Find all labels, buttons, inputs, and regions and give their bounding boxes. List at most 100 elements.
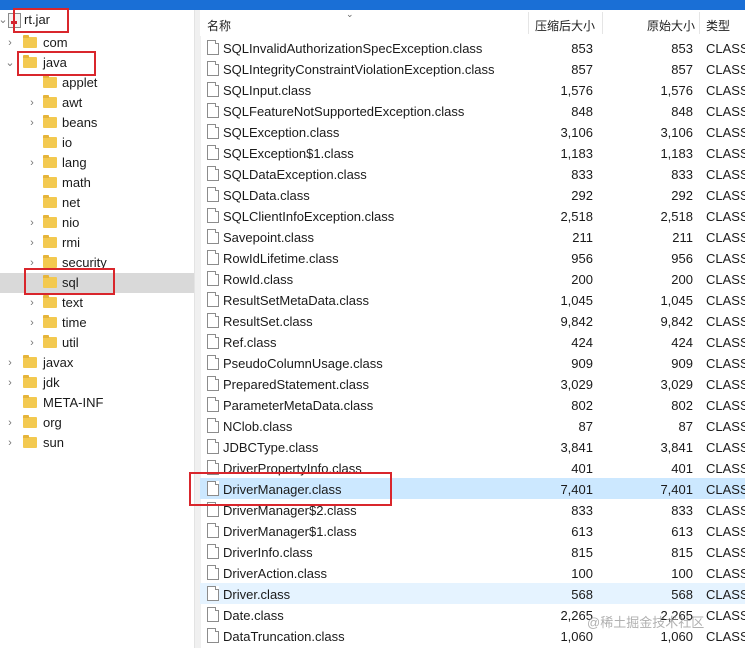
chevron-right-icon[interactable]: › (27, 256, 37, 270)
tree-item-com[interactable]: › com (0, 33, 194, 53)
tree-item-javax[interactable]: › javax (0, 353, 194, 373)
chevron-right-icon[interactable]: › (27, 236, 37, 250)
tree-item-io[interactable]: io (0, 133, 194, 153)
tree-item-sql[interactable]: sql (0, 273, 194, 293)
file-row[interactable]: SQLInput.class 1,576 1,576 CLASS (200, 79, 745, 100)
chevron-right-icon[interactable]: › (5, 376, 15, 390)
file-type: CLASS (706, 440, 745, 455)
file-row[interactable]: PreparedStatement.class 3,029 3,029 CLASS (200, 373, 745, 394)
tree-item-security[interactable]: › security (0, 253, 194, 273)
column-header-type[interactable]: 类型 (706, 17, 730, 34)
tree-item-net[interactable]: net (0, 193, 194, 213)
file-row[interactable]: SQLDataException.class 833 833 CLASS (200, 163, 745, 184)
compressed-size: 200 (571, 272, 593, 287)
chevron-right-icon[interactable]: › (5, 36, 15, 50)
chevron-right-icon[interactable]: › (27, 316, 37, 330)
tree-item-applet[interactable]: applet (0, 73, 194, 93)
compressed-size: 857 (571, 62, 593, 77)
chevron-right-icon[interactable]: › (5, 436, 15, 450)
file-row[interactable]: SQLException$1.class 1,183 1,183 CLASS (200, 142, 745, 163)
file-row[interactable]: PseudoColumnUsage.class 909 909 CLASS (200, 352, 745, 373)
chevron-right-icon[interactable]: › (5, 416, 15, 430)
file-icon (207, 208, 219, 223)
file-icon (207, 439, 219, 454)
folder-tree[interactable]: ⌄ rt.jar › com ⌄ java applet › awt › bea… (0, 10, 194, 648)
file-icon (207, 355, 219, 370)
tree-item-lang[interactable]: › lang (0, 153, 194, 173)
file-type: CLASS (706, 524, 745, 539)
file-name: Date.class (223, 608, 284, 623)
file-row[interactable]: RowIdLifetime.class 956 956 CLASS (200, 247, 745, 268)
file-row[interactable]: SQLFeatureNotSupportedException.class 848… (200, 100, 745, 121)
tree-item-beans[interactable]: › beans (0, 113, 194, 133)
tree-item-meta-inf[interactable]: META-INF (0, 393, 194, 413)
file-row[interactable]: SQLData.class 292 292 CLASS (200, 184, 745, 205)
tree-item-awt[interactable]: › awt (0, 93, 194, 113)
file-row[interactable]: DriverInfo.class 815 815 CLASS (200, 541, 745, 562)
file-type: CLASS (706, 188, 745, 203)
file-type: CLASS (706, 335, 745, 350)
file-type: CLASS (706, 62, 745, 77)
chevron-right-icon[interactable]: › (27, 216, 37, 230)
tree-item-label: net (62, 195, 81, 210)
chevron-right-icon[interactable]: › (27, 96, 37, 110)
file-row[interactable]: ResultSet.class 9,842 9,842 CLASS (200, 310, 745, 331)
tree-item-label: applet (62, 75, 98, 90)
tree-item-math[interactable]: math (0, 173, 194, 193)
compressed-size: 568 (571, 587, 593, 602)
tree-item-util[interactable]: › util (0, 333, 194, 353)
file-row[interactable]: Driver.class 568 568 CLASS (200, 583, 745, 604)
chevron-right-icon[interactable]: › (27, 296, 37, 310)
tree-item-sun[interactable]: › sun (0, 433, 194, 453)
compressed-size: 1,060 (560, 629, 593, 644)
file-row[interactable]: DriverManager.class 7,401 7,401 CLASS (200, 478, 745, 499)
file-icon (207, 313, 219, 328)
tree-item-rmi[interactable]: › rmi (0, 233, 194, 253)
chevron-right-icon[interactable]: › (27, 336, 37, 350)
file-row[interactable]: SQLInvalidAuthorizationSpecException.cla… (200, 37, 745, 58)
file-row[interactable]: DriverPropertyInfo.class 401 401 CLASS (200, 457, 745, 478)
column-header-original-size[interactable]: 原始大小 (647, 17, 695, 34)
file-name: Ref.class (223, 335, 277, 350)
file-type: CLASS (706, 314, 745, 329)
column-header-name[interactable]: 名称 (207, 17, 231, 34)
column-header-compressed-size[interactable]: 压缩后大小 (535, 17, 595, 34)
chevron-down-icon[interactable]: ⌄ (5, 56, 15, 70)
file-row[interactable]: SQLIntegrityConstraintViolationException… (200, 58, 745, 79)
column-divider[interactable] (699, 12, 700, 34)
compressed-size: 833 (571, 167, 593, 182)
file-icon (207, 460, 219, 475)
tree-item-nio[interactable]: › nio (0, 213, 194, 233)
file-row[interactable]: SQLClientInfoException.class 2,518 2,518 CL… (200, 205, 745, 226)
file-row[interactable]: SQLException.class 3,106 3,106 CLASS (200, 121, 745, 142)
tree-item-java[interactable]: ⌄ java (0, 53, 194, 73)
tree-item-label: time (62, 315, 87, 330)
original-size: 401 (671, 461, 693, 476)
tree-item-time[interactable]: › time (0, 313, 194, 333)
file-row[interactable]: Ref.class 424 424 CLASS (200, 331, 745, 352)
file-row[interactable]: JDBCType.class 3,841 3,841 CLASS (200, 436, 745, 457)
file-row[interactable]: DriverAction.class 100 100 CLASS (200, 562, 745, 583)
tree-item-text[interactable]: › text (0, 293, 194, 313)
tree-item-jdk[interactable]: › jdk (0, 373, 194, 393)
column-divider[interactable] (602, 12, 603, 34)
file-icon (207, 628, 219, 643)
tree-item-org[interactable]: › org (0, 413, 194, 433)
file-row[interactable]: RowId.class 200 200 CLASS (200, 268, 745, 289)
file-row[interactable]: ResultSetMetaData.class 1,045 1,045 CLASS (200, 289, 745, 310)
chevron-right-icon[interactable]: › (27, 156, 37, 170)
file-list[interactable]: 名称 ⌄ 压缩后大小 原始大小 类型 SQLInvalidAuthorizati… (200, 9, 745, 648)
tree-item-label: META-INF (43, 395, 104, 410)
chevron-right-icon[interactable]: › (27, 116, 37, 130)
file-row[interactable]: NClob.class 87 87 CLASS (200, 415, 745, 436)
tree-item-rt-jar[interactable]: ⌄ rt.jar (0, 10, 194, 30)
file-row[interactable]: DriverManager$2.class 833 833 CLASS (200, 499, 745, 520)
chevron-down-icon[interactable]: ⌄ (0, 13, 8, 27)
file-row[interactable]: DriverManager$1.class 613 613 CLASS (200, 520, 745, 541)
file-row[interactable]: Savepoint.class 211 211 CLASS (200, 226, 745, 247)
file-row[interactable]: ParameterMetaData.class 802 802 CLASS (200, 394, 745, 415)
chevron-right-icon[interactable]: › (5, 356, 15, 370)
file-name: ResultSet.class (223, 314, 313, 329)
file-name: DriverManager.class (223, 482, 342, 497)
column-divider[interactable] (528, 12, 529, 34)
